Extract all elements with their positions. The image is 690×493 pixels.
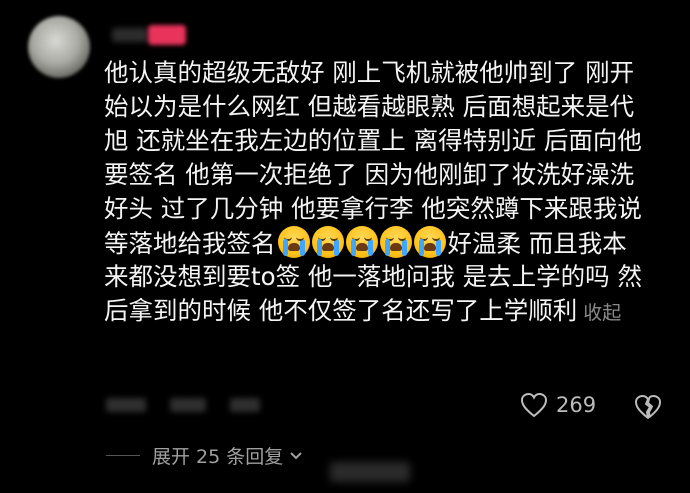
username[interactable] xyxy=(112,28,148,42)
comment-line: 来都没想到要to签 他一落地问我 是去上学的吗 然 xyxy=(104,262,642,291)
crying-face-icon xyxy=(277,226,310,258)
comment-text: 好温柔 而且我本 xyxy=(447,229,627,258)
expand-replies-button[interactable]: 展开 25 条回复 xyxy=(106,442,303,469)
crying-face-icon xyxy=(345,226,378,258)
comment-text: 等落地给我签名 xyxy=(104,229,276,258)
collapse-button[interactable]: 收起 xyxy=(583,302,621,324)
dislike-button[interactable] xyxy=(634,394,662,424)
crying-face-icon xyxy=(413,226,446,258)
comment-body: 他认真的超级无敌好 刚上飞机就被他帅到了 刚开 始以为是什么网红 但越看越眼熟 … xyxy=(104,56,664,328)
comment-line: 始以为是什么网红 但越看越眼熟 后面想起来是代 xyxy=(104,92,635,121)
comment-text: 后拿到的时候 他不仅签了名还写了上学顺利 xyxy=(104,296,578,325)
chevron-down-icon xyxy=(290,451,302,459)
crying-face-icon xyxy=(379,226,412,258)
avatar[interactable] xyxy=(28,16,90,78)
heart-outline-icon xyxy=(520,392,548,418)
divider xyxy=(106,455,140,456)
expand-replies-label: 展开 25 条回复 xyxy=(152,446,284,468)
comment-line-last: 后拿到的时候 他不仅签了名还写了上学顺利 收起 xyxy=(104,294,664,328)
crying-face-icon xyxy=(311,226,344,258)
like-count: 269 xyxy=(556,393,597,417)
comment-line: 要签名 他第一次拒绝了 因为他刚卸了妆洗好澡洗 xyxy=(104,160,635,189)
broken-heart-icon xyxy=(635,395,661,419)
timestamp-blurred xyxy=(106,398,146,412)
like-button[interactable]: 269 xyxy=(520,392,596,418)
blurred-overlay xyxy=(330,462,410,482)
reply-button[interactable] xyxy=(230,398,260,412)
comment-line: 旭 还就坐在我左边的位置上 离得特别近 后面向他 xyxy=(104,126,642,155)
comment-line: 好头 过了几分钟 他要拿行李 他突然蹲下来跟我说 xyxy=(104,194,642,223)
comment-meta xyxy=(106,398,260,412)
location-blurred xyxy=(170,398,206,412)
author-badge xyxy=(148,25,186,45)
comment-line: 他认真的超级无敌好 刚上飞机就被他帅到了 刚开 xyxy=(104,58,635,87)
comment-line-with-emoji: 等落地给我签名 好温柔 而且我本 xyxy=(104,226,664,260)
crying-emoji-group xyxy=(277,226,446,258)
